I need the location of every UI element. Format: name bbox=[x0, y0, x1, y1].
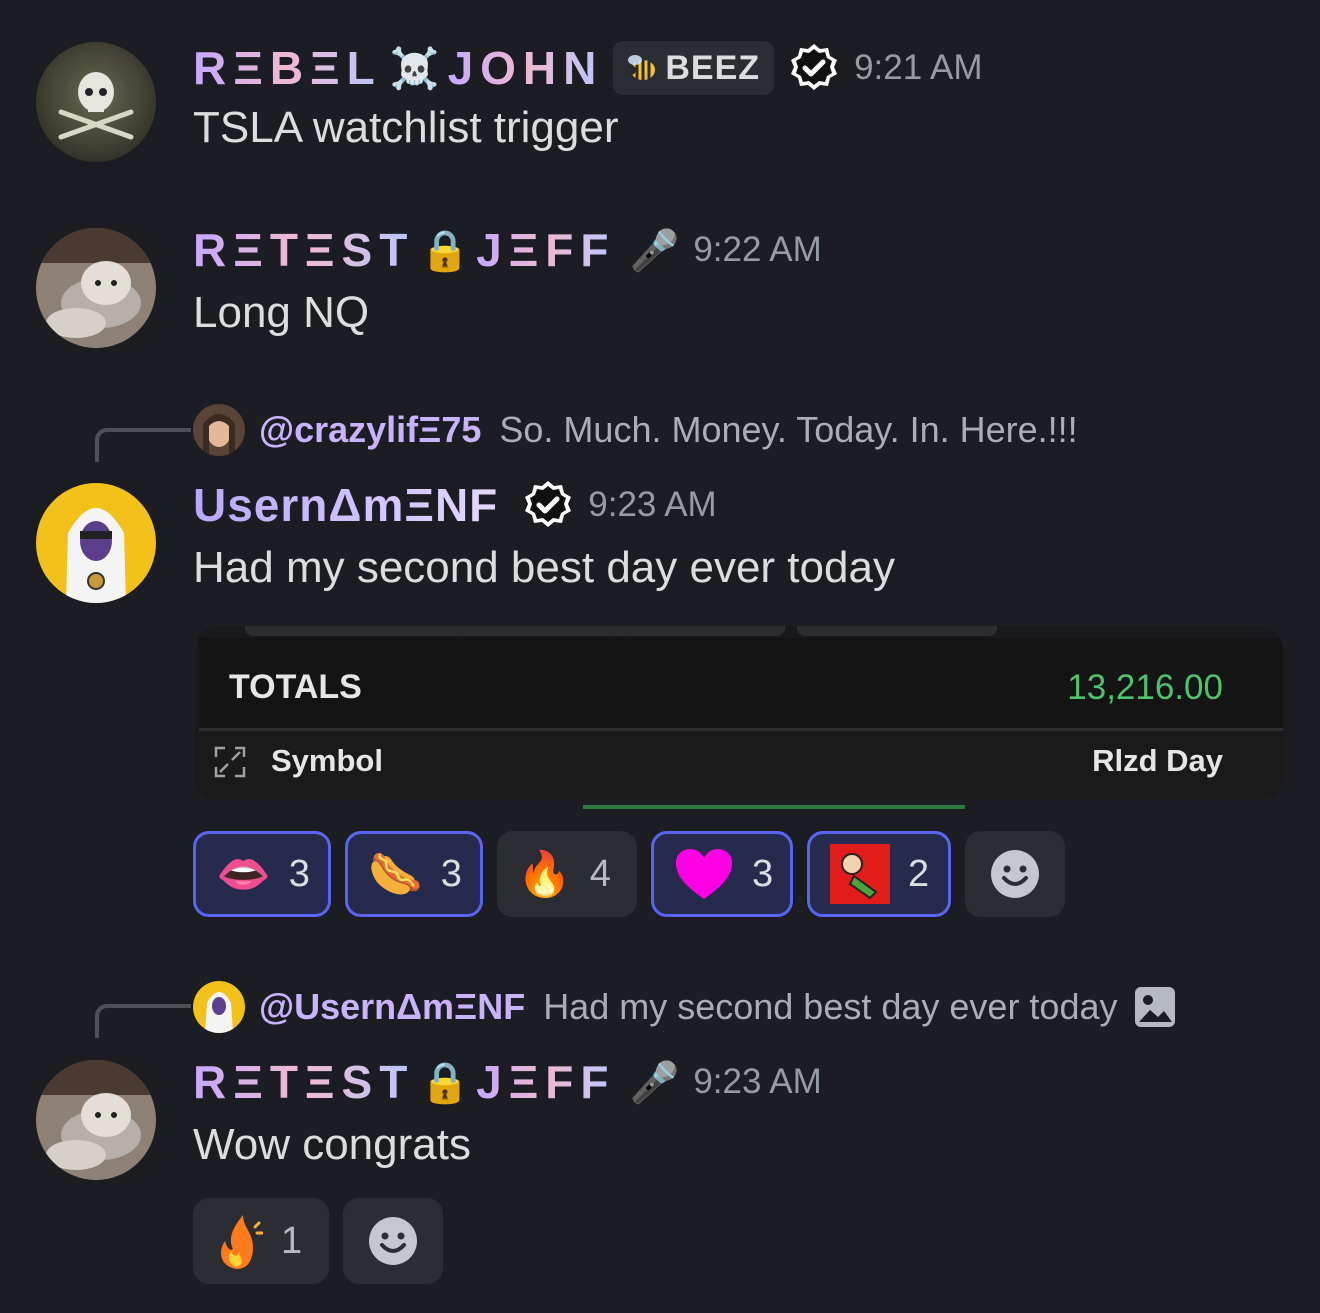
lips-emoji: 👄 bbox=[216, 850, 271, 899]
reaction-bar: 👄 3 🌭 3 🔥 4 3 2 bbox=[193, 831, 1065, 917]
lock-emoji: 🔒 bbox=[420, 1060, 471, 1105]
username-part-2[interactable]: JΞFF bbox=[476, 1055, 615, 1109]
server-tag-label: BEEZ bbox=[665, 48, 761, 87]
smiley-icon bbox=[989, 848, 1041, 900]
user-avatar[interactable] bbox=[36, 483, 156, 603]
message-text: TSLA watchlist trigger bbox=[193, 103, 619, 152]
attachment-underline bbox=[583, 805, 965, 809]
message-timestamp[interactable]: 9:23 AM bbox=[693, 1062, 821, 1102]
microphone-emoji: 🎤 bbox=[629, 1060, 680, 1105]
tab-sliver bbox=[797, 626, 997, 636]
expand-icon bbox=[213, 745, 247, 784]
verified-badge-icon bbox=[522, 479, 574, 531]
user-avatar[interactable] bbox=[36, 228, 156, 348]
tab-sliver bbox=[457, 626, 615, 636]
message-text: Had my second best day ever today bbox=[193, 543, 895, 592]
image-icon bbox=[1134, 986, 1176, 1028]
image-attachment[interactable]: TOTALS 13,216.00 Symbol Rlzd Day bbox=[195, 626, 1283, 800]
hotdog-emoji: 🌭 bbox=[368, 850, 423, 899]
skull-crossbones-emoji: ☠️ bbox=[389, 46, 440, 91]
user-avatar[interactable] bbox=[36, 1060, 156, 1180]
custom-emoji-icon bbox=[830, 844, 890, 904]
add-reaction-button[interactable] bbox=[343, 1198, 443, 1284]
message-timestamp[interactable]: 9:21 AM bbox=[854, 48, 982, 88]
reaction-animated-fire[interactable]: 1 bbox=[193, 1198, 329, 1284]
totals-value: 13,216.00 bbox=[1067, 668, 1223, 707]
message-text: Wow congrats bbox=[193, 1120, 471, 1169]
reaction-hotdog[interactable]: 🌭 3 bbox=[345, 831, 483, 917]
totals-row: TOTALS 13,216.00 bbox=[199, 638, 1283, 731]
server-tag[interactable]: BEEZ bbox=[613, 41, 775, 95]
user-avatar[interactable] bbox=[36, 42, 156, 162]
message-timestamp[interactable]: 9:22 AM bbox=[693, 230, 821, 270]
column-rlzd-day: Rlzd Day bbox=[1092, 743, 1223, 778]
animated-fire-icon bbox=[213, 1211, 263, 1271]
username-part-2[interactable]: JOHN bbox=[448, 41, 604, 95]
reaction-count: 3 bbox=[440, 852, 462, 895]
reply-text: So. Much. Money. Today. In. Here.!!! bbox=[499, 409, 1078, 450]
reply-connector bbox=[95, 428, 191, 462]
username-part-1[interactable]: RΞTΞST bbox=[193, 223, 414, 277]
reply-text: Had my second best day ever today bbox=[543, 986, 1118, 1027]
bee-icon bbox=[623, 52, 659, 84]
fire-emoji: 🔥 bbox=[517, 850, 572, 899]
totals-label: TOTALS bbox=[229, 668, 362, 706]
reaction-count: 2 bbox=[908, 852, 930, 895]
reaction-count: 3 bbox=[288, 852, 310, 895]
reaction-fire[interactable]: 🔥 4 bbox=[497, 831, 637, 917]
username-part-1[interactable]: RΞBΞL bbox=[193, 41, 382, 95]
heart-icon bbox=[674, 847, 734, 901]
message-timestamp[interactable]: 9:23 AM bbox=[588, 485, 716, 525]
reaction-count: 4 bbox=[589, 852, 611, 895]
add-reaction-button[interactable] bbox=[965, 831, 1065, 917]
reply-avatar bbox=[193, 404, 245, 456]
message-header: RΞTΞST 🔒 JΞFF 🎤 9:22 AM bbox=[193, 220, 822, 280]
reply-preview[interactable]: @crazylifΞ75 So. Much. Money. Today. In.… bbox=[193, 402, 1078, 458]
reaction-count: 3 bbox=[752, 852, 774, 895]
column-header-row: Symbol Rlzd Day bbox=[199, 731, 1283, 800]
reply-avatar bbox=[193, 981, 245, 1033]
username-part-2[interactable]: JΞFF bbox=[476, 223, 615, 277]
message-header: RΞTΞST 🔒 JΞFF 🎤 9:23 AM bbox=[193, 1052, 822, 1112]
reply-preview[interactable]: @UsernΔmΞNF Had my second best day ever … bbox=[193, 979, 1176, 1035]
microphone-emoji: 🎤 bbox=[629, 228, 680, 273]
username-part-1[interactable]: RΞTΞST bbox=[193, 1055, 414, 1109]
message-text: Long NQ bbox=[193, 288, 370, 337]
lock-emoji: 🔒 bbox=[420, 228, 471, 273]
message-header: RΞBΞL ☠️ JOHN BEEZ 9:21 AM bbox=[193, 38, 982, 98]
username[interactable]: UsernΔmΞNF bbox=[193, 478, 498, 532]
reaction-count: 1 bbox=[281, 1219, 303, 1262]
reply-connector bbox=[95, 1004, 191, 1038]
smiley-icon bbox=[367, 1215, 419, 1267]
column-symbol: Symbol bbox=[271, 743, 383, 778]
reply-username[interactable]: @crazylifΞ75 bbox=[259, 409, 481, 451]
attachment-top-tabs bbox=[195, 626, 1283, 638]
tab-sliver bbox=[627, 626, 785, 636]
message-header: UsernΔmΞNF 9:23 AM bbox=[193, 475, 717, 535]
reply-username[interactable]: @UsernΔmΞNF bbox=[259, 986, 525, 1028]
verified-badge-icon bbox=[788, 42, 840, 94]
reaction-heart[interactable]: 3 bbox=[651, 831, 793, 917]
reaction-custom[interactable]: 2 bbox=[807, 831, 951, 917]
reaction-lips[interactable]: 👄 3 bbox=[193, 831, 331, 917]
reaction-bar: 1 bbox=[193, 1198, 443, 1284]
